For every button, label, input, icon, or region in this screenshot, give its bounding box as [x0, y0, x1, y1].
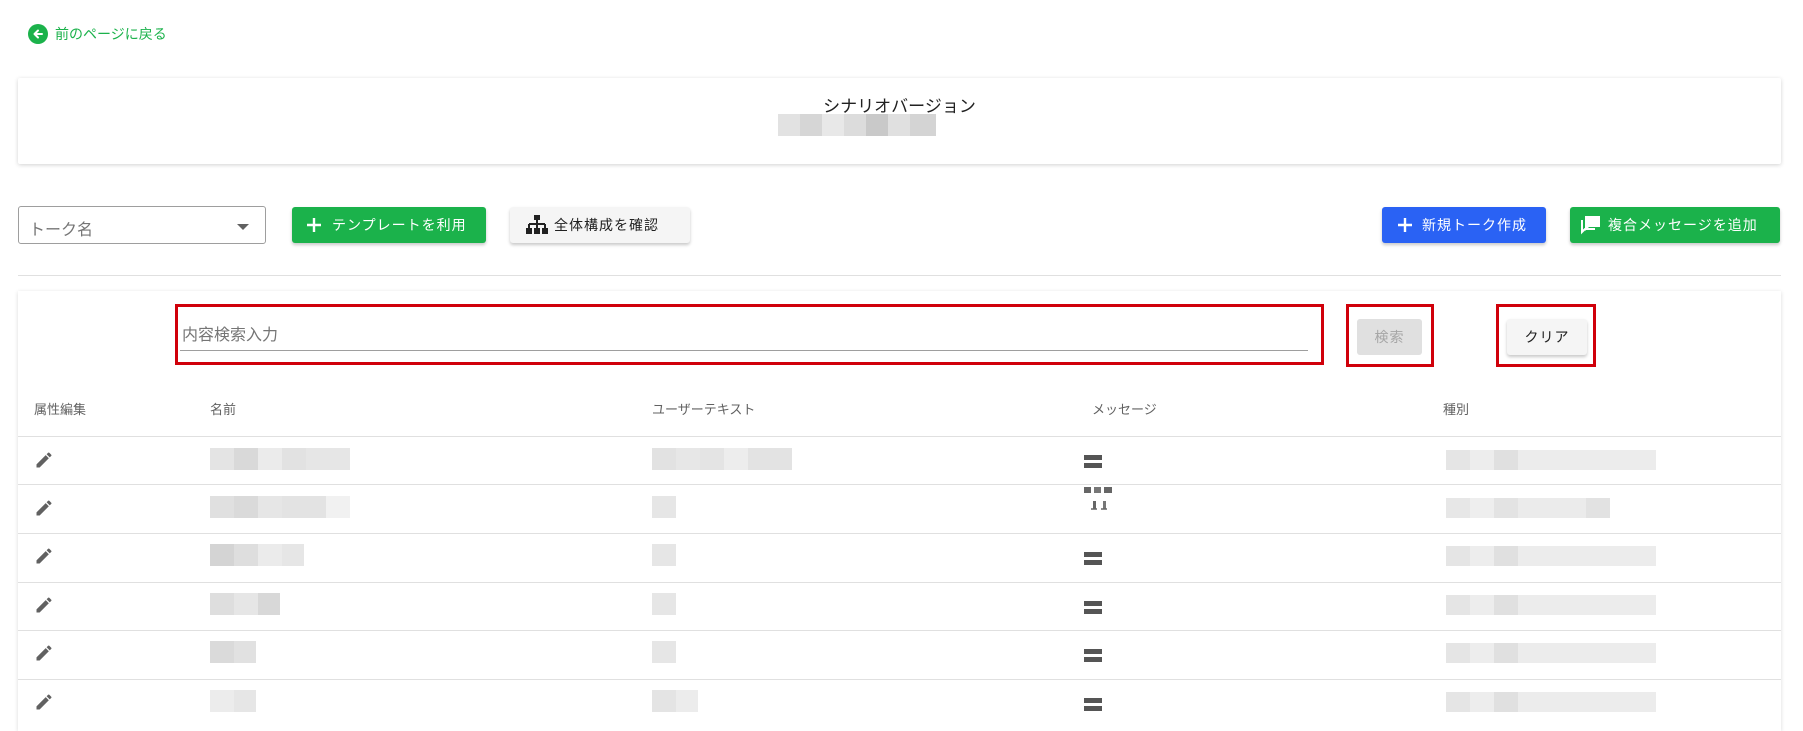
redacted-user-text [652, 593, 676, 615]
redacted-name [210, 496, 350, 518]
row-divider [18, 533, 1781, 534]
pencil-icon[interactable] [34, 595, 54, 615]
clear-button[interactable]: クリア [1507, 319, 1587, 355]
back-link-label: 前のページに戻る [55, 27, 167, 43]
search-button-label: 検索 [1374, 330, 1405, 346]
redacted-type [1446, 692, 1656, 712]
row-divider [18, 582, 1781, 583]
list-icon [1084, 552, 1102, 566]
column-header-message: メッセージ [1092, 403, 1157, 418]
list-icon [1084, 649, 1102, 663]
redacted-user-text [652, 690, 698, 712]
new-talk-button[interactable]: 新規トーク作成 [1382, 207, 1546, 243]
talk-name-select[interactable]: トーク名 [18, 206, 266, 244]
new-talk-button-label: 新規トーク作成 [1422, 218, 1527, 234]
arrow-left-circle-icon [28, 24, 48, 44]
redacted-user-text [652, 641, 676, 663]
pencil-icon[interactable] [34, 450, 54, 470]
talk-name-select-label: トーク名 [29, 220, 94, 239]
redacted-type [1446, 450, 1656, 470]
redacted-user-text [652, 544, 676, 566]
add-composite-message-button[interactable]: 複合メッセージを追加 [1570, 207, 1780, 243]
multi-message-icon [1083, 485, 1115, 513]
redacted-user-text [652, 496, 676, 518]
sitemap-icon [526, 215, 548, 235]
pencil-icon[interactable] [34, 643, 54, 663]
content-search-input[interactable] [180, 318, 1308, 351]
row-divider [18, 630, 1781, 631]
redacted-type [1446, 643, 1656, 663]
redacted-type [1446, 546, 1656, 566]
row-divider [18, 679, 1781, 680]
view-structure-button[interactable]: 全体構成を確認 [510, 207, 690, 243]
row-divider [18, 436, 1781, 437]
pencil-icon[interactable] [34, 546, 54, 566]
pencil-icon[interactable] [34, 498, 54, 518]
column-header-type: 種別 [1443, 403, 1470, 418]
scenario-version-card: シナリオバージョン [18, 78, 1781, 164]
search-button[interactable]: 検索 [1357, 319, 1422, 355]
use-template-button[interactable]: テンプレートを利用 [292, 207, 486, 243]
redacted-name [210, 448, 350, 470]
use-template-button-label: テンプレートを利用 [332, 218, 467, 234]
column-header-edit: 属性編集 [34, 403, 87, 418]
add-composite-message-button-label: 複合メッセージを追加 [1608, 218, 1758, 234]
redacted-type [1446, 595, 1656, 615]
redacted-name [210, 690, 256, 712]
redacted-name [210, 593, 280, 615]
chat-bubble-icon [1580, 215, 1602, 235]
redacted-version-name [778, 114, 936, 136]
plus-icon [1396, 217, 1414, 233]
column-header-user-text: ユーザーテキスト [652, 403, 756, 418]
pencil-icon[interactable] [34, 692, 54, 712]
list-icon [1084, 601, 1102, 615]
clear-button-label: クリア [1524, 330, 1570, 346]
list-icon [1084, 455, 1102, 469]
redacted-name [210, 641, 256, 663]
back-link[interactable]: 前のページに戻る [28, 24, 167, 44]
view-structure-button-label: 全体構成を確認 [554, 218, 659, 234]
chevron-down-icon [237, 224, 249, 230]
list-icon [1084, 698, 1102, 712]
redacted-name [210, 544, 304, 566]
redacted-user-text [652, 448, 792, 470]
row-divider [18, 484, 1781, 485]
redacted-type [1446, 498, 1610, 518]
plus-icon [304, 217, 324, 233]
column-header-name: 名前 [210, 403, 237, 418]
divider [18, 275, 1781, 276]
